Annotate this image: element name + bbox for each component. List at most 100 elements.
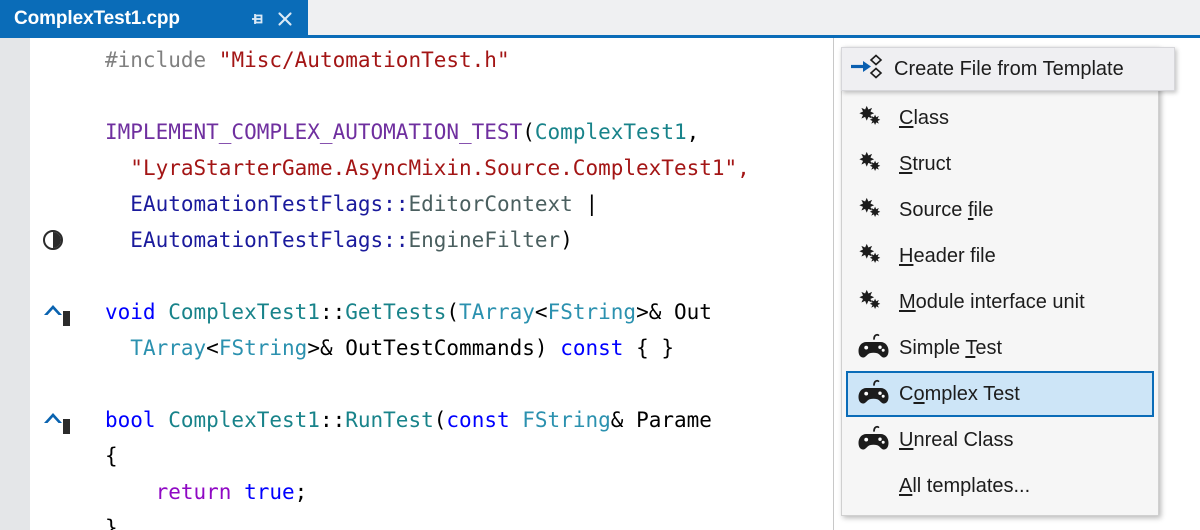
code-line: "LyraStarterGame.AsyncMixin.Source.Compl… — [105, 150, 750, 186]
menu-item-all-templates[interactable]: All templates... — [846, 463, 1154, 509]
code-token: RunTest — [345, 408, 434, 432]
editor-gutter-strip[interactable] — [0, 38, 30, 530]
code-token — [105, 480, 156, 504]
code-lines: #include "Misc/AutomationTest.h" IMPLEME… — [105, 42, 750, 530]
menu-item-label: Simple Test — [899, 337, 1002, 360]
new-item-icon — [857, 104, 889, 132]
menu-header[interactable]: Create File from Template — [841, 47, 1175, 91]
code-line — [105, 366, 750, 402]
code-token: ComplexTest1 — [535, 120, 687, 144]
menu-item-label: All templates... — [899, 475, 1030, 498]
menu-item-struct[interactable]: Struct — [846, 141, 1154, 187]
code-token — [105, 192, 130, 216]
new-item-icon — [857, 239, 899, 273]
menu-item-module-interface-unit[interactable]: Module interface unit — [846, 279, 1154, 325]
code-line: return true; — [105, 474, 750, 510]
code-token — [105, 336, 130, 360]
gamepad-icon — [857, 379, 891, 409]
code-token: ( — [522, 120, 535, 144]
gamepad-icon — [857, 331, 899, 365]
code-token: >& Out — [636, 300, 712, 324]
menu-item-complex-test[interactable]: Complex Test — [846, 371, 1154, 417]
menu-item-label: Module interface unit — [899, 291, 1085, 314]
code-token: const — [446, 408, 522, 432]
code-token: const — [560, 336, 623, 360]
code-token: TArray — [130, 336, 206, 360]
code-token: ComplexTest1 — [168, 300, 320, 324]
code-token: "Misc/AutomationTest.h" — [219, 48, 510, 72]
code-token: { — [105, 444, 118, 468]
new-item-icon — [857, 242, 889, 270]
code-token: ( — [446, 300, 459, 324]
code-line: } — [105, 510, 750, 530]
code-token: return — [156, 480, 245, 504]
code-token: } — [105, 516, 118, 530]
gamepad-icon — [857, 377, 899, 411]
code-line: { — [105, 438, 750, 474]
code-token: FString — [548, 300, 637, 324]
collapse-bar-icon — [63, 311, 70, 326]
code-token: ) — [560, 228, 573, 252]
create-from-template-icon — [850, 53, 884, 86]
code-token: void — [105, 300, 168, 324]
code-token: :: — [383, 192, 408, 216]
code-token: EngineFilter — [408, 228, 560, 252]
menu-header-label: Create File from Template — [894, 58, 1124, 81]
code-line: EAutomationTestFlags::EngineFilter) — [105, 222, 750, 258]
code-line: void ComplexTest1::GetTests(TArray<FStri… — [105, 294, 750, 330]
pin-icon[interactable] — [246, 8, 268, 30]
menu-item-label: Struct — [899, 153, 951, 176]
code-token: { } — [623, 336, 674, 360]
collapse-bar-icon — [63, 419, 70, 434]
code-token: :: — [320, 408, 345, 432]
new-item-icon — [857, 147, 899, 181]
no-icon-spacer — [857, 469, 899, 503]
gamepad-icon — [857, 333, 891, 363]
code-line: EAutomationTestFlags::EditorContext | — [105, 186, 750, 222]
gutter-glyph-collapse-1[interactable] — [30, 294, 105, 330]
code-token: bool — [105, 408, 168, 432]
code-token: TArray — [459, 300, 535, 324]
code-token: #include — [105, 48, 219, 72]
code-token — [105, 228, 130, 252]
menu-item-source-file[interactable]: Source file — [846, 187, 1154, 233]
close-icon[interactable] — [274, 8, 296, 30]
code-token: | — [573, 192, 598, 216]
tab-strip: ComplexTest1.cpp — [0, 0, 1200, 38]
code-token: IMPLEMENT_COMPLEX_AUTOMATION_TEST — [105, 120, 522, 144]
code-token: EAutomationTestFlags — [130, 228, 383, 252]
code-token: , — [687, 120, 700, 144]
new-item-icon — [857, 196, 889, 224]
gamepad-icon — [857, 425, 891, 455]
menu-item-simple-test[interactable]: Simple Test — [846, 325, 1154, 371]
menu-item-label: Header file — [899, 245, 996, 268]
code-line: TArray<FString>& OutTestCommands) const … — [105, 330, 750, 366]
new-item-icon — [857, 101, 899, 135]
code-token: :: — [320, 300, 345, 324]
menu-item-label: Class — [899, 107, 949, 130]
code-line: IMPLEMENT_COMPLEX_AUTOMATION_TEST(Comple… — [105, 114, 750, 150]
new-item-icon — [857, 288, 889, 316]
editor-gutter-glyph-margin[interactable] — [30, 38, 105, 530]
code-token: EAutomationTestFlags — [130, 192, 383, 216]
code-line — [105, 78, 750, 114]
menu-item-header-file[interactable]: Header file — [846, 233, 1154, 279]
code-token: FString — [219, 336, 308, 360]
code-token — [105, 156, 130, 180]
tab-complextest1-cpp[interactable]: ComplexTest1.cpp — [0, 0, 308, 38]
half-circle-icon — [43, 230, 63, 250]
code-token: :: — [383, 228, 408, 252]
code-token: "LyraStarterGame.AsyncMixin.Source.Compl… — [130, 156, 750, 180]
code-line: bool ComplexTest1::RunTest(const FString… — [105, 402, 750, 438]
menu-item-class[interactable]: Class — [846, 95, 1154, 141]
code-token: true — [244, 480, 295, 504]
code-token: >& OutTestCommands) — [307, 336, 560, 360]
new-item-icon — [857, 193, 899, 227]
menu-item-unreal-class[interactable]: Unreal Class — [846, 417, 1154, 463]
create-file-from-template-menu[interactable]: Create File from Template Class Struct Sou… — [841, 47, 1159, 516]
gutter-glyph-half-circle[interactable] — [30, 222, 105, 258]
menu-item-list: Class Struct Source file Header file Module … — [842, 91, 1158, 515]
gutter-glyph-collapse-2[interactable] — [30, 402, 105, 438]
new-item-icon — [857, 150, 889, 178]
tab-title: ComplexTest1.cpp — [14, 8, 246, 30]
